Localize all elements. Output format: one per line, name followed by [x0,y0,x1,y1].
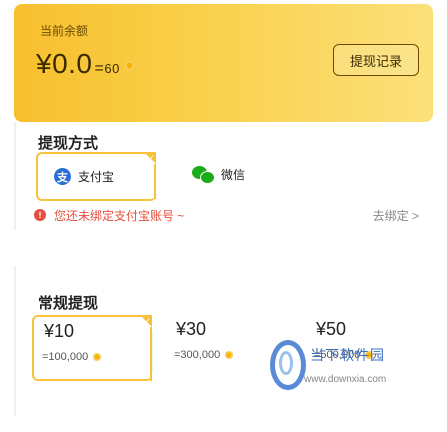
section-divider-2 [14,266,16,416]
amount-option-30[interactable]: ¥30 =300,000 [166,315,286,381]
amount-coins-text: =100,000 [42,351,89,363]
amounts-title: 常规提现 [38,295,99,312]
withdraw-record-button[interactable]: 提现记录 [333,44,419,76]
bind-account-row[interactable]: ! 您还未绑定支付宝账号 ~ 去绑定 > [34,206,419,224]
balance-value: ¥0.0 [36,48,93,79]
gold-coin-icon [225,351,234,360]
balance-label: 当前余额 [40,24,89,38]
watermark: 当下软件园 www.downxia.com [270,332,440,422]
check-icon: ✓ [143,316,151,326]
method-option-alipay[interactable]: 支 支付宝 ✓ [36,152,156,201]
balance-separator: = [94,60,105,77]
amount-divider [152,333,153,373]
warning-icon: ! [34,209,46,221]
check-icon: ✓ [147,153,155,163]
amount-value: ¥10 [44,321,75,341]
method-option-wechat[interactable]: 微信 [192,152,282,197]
balance-card: 当前余额 ¥0.0 =60 提现记录 [14,4,433,122]
go-bind-link[interactable]: 去绑定 > [373,207,419,224]
method-label-alipay: 支付宝 [78,170,115,184]
selection-edge [154,164,156,199]
watermark-title: 当下软件园 [310,347,385,363]
alipay-icon: 支 [54,168,71,185]
amount-coins-text: =300,000 [174,349,221,361]
gold-coin-icon [124,61,134,71]
amount-coins: =300,000 [174,349,234,361]
method-label-wechat: 微信 [221,168,246,182]
watermark-logo-inner [279,351,293,375]
balance-amount: ¥0.0 =60 [36,48,134,80]
watermark-url: www.downxia.com [304,374,387,385]
amount-value: ¥30 [176,319,207,339]
gold-coin-icon [93,353,102,362]
method-title: 提现方式 [38,135,99,152]
amount-coins: =100,000 [42,351,102,363]
bind-notice-text: 您还未绑定支付宝账号 ~ [54,208,185,223]
amount-option-10[interactable]: ¥10 =100,000 ✓ [32,315,152,381]
balance-coins: 60 [104,61,120,76]
wechat-icon [192,166,215,184]
section-divider [14,122,16,230]
